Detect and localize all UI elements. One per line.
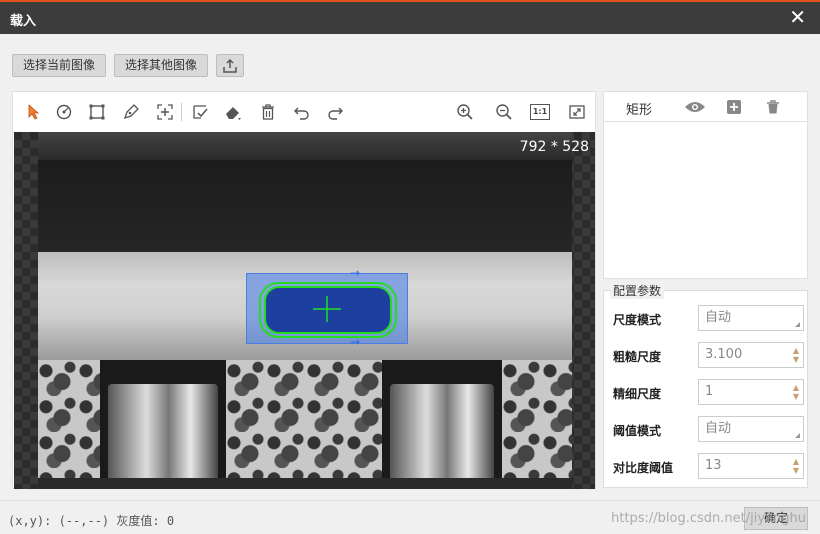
actual-size-icon: 1:1: [530, 104, 550, 120]
fit-icon: [569, 105, 585, 119]
image-base: [38, 478, 572, 489]
spin-arrows-icon[interactable]: ▲ ▼: [793, 383, 799, 401]
undo-icon: [294, 107, 309, 120]
close-icon[interactable]: ✕: [789, 6, 806, 28]
param-row-scale-mode: 尺度模式 自动: [613, 305, 804, 331]
eye-icon: [685, 102, 705, 112]
select-other-image-button[interactable]: 选择其他图像: [114, 54, 209, 77]
image-editor-pane: 1:1 → → 792 * 528: [12, 91, 596, 489]
trash-icon: [767, 100, 779, 114]
shape-list-header: 矩形: [604, 92, 807, 122]
load-dialog: 载入 ✕ 选择当前图像 选择其他图像 1:1 → → 792 * 528 矩形 …: [0, 0, 820, 534]
delete-shape-button[interactable]: [765, 99, 781, 115]
spin-arrows-icon[interactable]: ▲ ▼: [793, 457, 799, 475]
circle-tool-icon: [56, 104, 72, 120]
param-row-fine-scale: 精细尺度 1 ▲ ▼: [613, 379, 804, 405]
fine-scale-spinbox[interactable]: 1 ▲ ▼: [698, 379, 804, 405]
pixel-readout: (x,y): (--,--) 灰度值: 0: [8, 514, 175, 528]
param-row-threshold-mode: 阈值模式 自动: [613, 416, 804, 442]
pen-tool-icon: [123, 104, 139, 120]
redo-button[interactable]: [324, 101, 346, 123]
contour-overlay: [259, 282, 397, 338]
param-label: 尺度模式: [613, 313, 662, 327]
eraser-icon: [226, 107, 241, 120]
zoom-out-button[interactable]: [493, 101, 515, 123]
shape-type-label: 矩形: [626, 103, 653, 118]
contrast-threshold-value: 13: [705, 458, 722, 473]
add-shape-button[interactable]: [726, 99, 742, 115]
scale-mode-select[interactable]: 自动: [698, 305, 804, 331]
status-bar: (x,y): (--,--) 灰度值: 0 确定 https://blog.cs…: [0, 500, 820, 534]
toolbar-divider: [181, 103, 182, 121]
trash-icon: [262, 104, 274, 120]
image-cylinder: [108, 384, 218, 478]
actual-size-button[interactable]: 1:1: [529, 101, 551, 123]
direction-arrow-bottom: →: [350, 335, 361, 349]
crosshair-tool-icon: [157, 104, 173, 120]
visibility-toggle[interactable]: [684, 99, 706, 115]
undo-button[interactable]: [291, 101, 313, 123]
check-edit-icon: [193, 105, 208, 119]
config-params-group: 配置参数 尺度模式 自动 粗糙尺度 3.100 ▲ ▼ 精细尺度 1 ▲ ▼ 阈值模式 …: [603, 282, 808, 488]
select-current-image-button[interactable]: 选择当前图像: [12, 54, 107, 77]
coarse-scale-spinbox[interactable]: 3.100 ▲ ▼: [698, 342, 804, 368]
image-block: [502, 360, 572, 478]
fit-window-button[interactable]: [566, 101, 588, 123]
param-row-coarse-scale: 粗糙尺度 3.100 ▲ ▼: [613, 342, 804, 368]
params-legend: 配置参数: [610, 282, 665, 299]
shape-list-panel: 矩形: [603, 91, 808, 279]
threshold-mode-value: 自动: [705, 421, 732, 436]
coarse-scale-value: 3.100: [705, 347, 743, 362]
loaded-image: → →: [38, 132, 572, 489]
param-label: 对比度阈值: [613, 461, 674, 475]
image-block: [226, 360, 382, 478]
fine-scale-value: 1: [705, 384, 714, 399]
top-button-group: 选择当前图像 选择其他图像: [12, 54, 245, 77]
image-cylinder: [390, 384, 494, 478]
title-bar: 载入 ✕: [0, 2, 820, 34]
image-band-top: [38, 132, 572, 160]
editor-toolbar: 1:1: [13, 92, 595, 132]
eraser-tool[interactable]: [222, 101, 244, 123]
check-edit-tool[interactable]: [189, 101, 211, 123]
roi-rectangle[interactable]: [246, 273, 408, 344]
image-block: [38, 360, 100, 478]
zoom-in-icon: [457, 104, 473, 120]
param-label: 粗糙尺度: [613, 350, 662, 364]
pen-tool[interactable]: [120, 101, 142, 123]
image-dimensions: 792 * 528: [519, 139, 589, 155]
zoom-out-icon: [496, 104, 512, 120]
rect-tool-icon: [89, 104, 105, 120]
redo-icon: [328, 107, 343, 120]
param-label: 精细尺度: [613, 387, 662, 401]
image-band-dark: [38, 160, 572, 252]
threshold-mode-select[interactable]: 自动: [698, 416, 804, 442]
dialog-title: 载入: [10, 14, 37, 29]
spin-arrows-icon[interactable]: ▲ ▼: [793, 346, 799, 364]
ok-button[interactable]: 确定: [744, 507, 808, 530]
pointer-icon: [28, 104, 40, 120]
image-canvas[interactable]: → → 792 * 528: [14, 132, 595, 489]
delete-tool[interactable]: [257, 101, 279, 123]
zoom-in-button[interactable]: [454, 101, 476, 123]
direction-arrow-top: →: [350, 266, 361, 280]
upload-button[interactable]: [216, 54, 245, 77]
param-row-contrast-threshold: 对比度阈值 13 ▲ ▼: [613, 453, 804, 479]
scale-mode-value: 自动: [705, 310, 732, 325]
param-label: 阈值模式: [613, 424, 662, 438]
contrast-threshold-spinbox[interactable]: 13 ▲ ▼: [698, 453, 804, 479]
add-icon: [727, 100, 741, 114]
pointer-tool[interactable]: [23, 101, 45, 123]
crosshair-tool[interactable]: [154, 101, 176, 123]
upload-icon: [223, 58, 237, 73]
circle-tool[interactable]: [53, 101, 75, 123]
rect-tool[interactable]: [86, 101, 108, 123]
